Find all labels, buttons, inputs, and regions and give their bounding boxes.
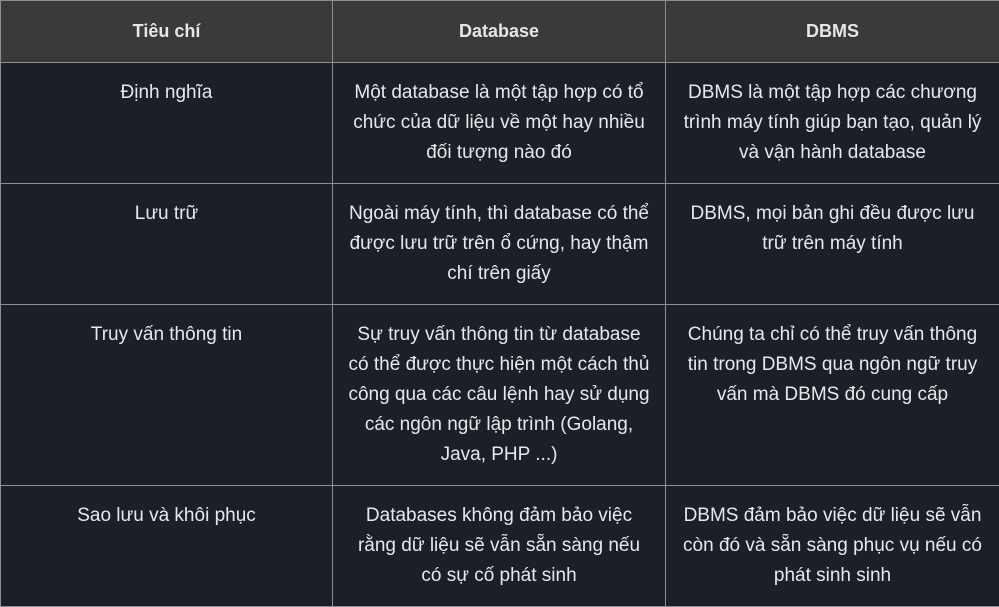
comparison-table: Tiêu chí Database DBMS Định nghĩa Một da… <box>0 0 999 607</box>
cell-database: Databases không đảm bảo việc rằng dữ liệ… <box>333 486 666 607</box>
cell-database: Sự truy vấn thông tin từ database có thể… <box>333 305 666 486</box>
cell-dbms: DBMS, mọi bản ghi đều được lưu trữ trên … <box>666 184 999 305</box>
cell-criterion: Sao lưu và khôi phục <box>1 486 333 607</box>
cell-criterion: Định nghĩa <box>1 63 333 184</box>
cell-criterion: Lưu trữ <box>1 184 333 305</box>
cell-database: Một database là một tập hợp có tổ chức c… <box>333 63 666 184</box>
header-database: Database <box>333 1 666 63</box>
table-row: Sao lưu và khôi phục Databases không đảm… <box>1 486 999 607</box>
table-row: Lưu trữ Ngoài máy tính, thì database có … <box>1 184 999 305</box>
header-dbms: DBMS <box>666 1 999 63</box>
cell-database: Ngoài máy tính, thì database có thể được… <box>333 184 666 305</box>
cell-dbms: DBMS đảm bảo việc dữ liệu sẽ vẫn còn đó … <box>666 486 999 607</box>
header-row: Tiêu chí Database DBMS <box>1 1 999 63</box>
cell-dbms: DBMS là một tập hợp các chương trình máy… <box>666 63 999 184</box>
table-header: Tiêu chí Database DBMS <box>1 1 999 63</box>
cell-dbms: Chúng ta chỉ có thể truy vấn thông tin t… <box>666 305 999 486</box>
table-body: Định nghĩa Một database là một tập hợp c… <box>1 63 999 607</box>
table-row: Định nghĩa Một database là một tập hợp c… <box>1 63 999 184</box>
cell-criterion: Truy vấn thông tin <box>1 305 333 486</box>
table-row: Truy vấn thông tin Sự truy vấn thông tin… <box>1 305 999 486</box>
header-criterion: Tiêu chí <box>1 1 333 63</box>
